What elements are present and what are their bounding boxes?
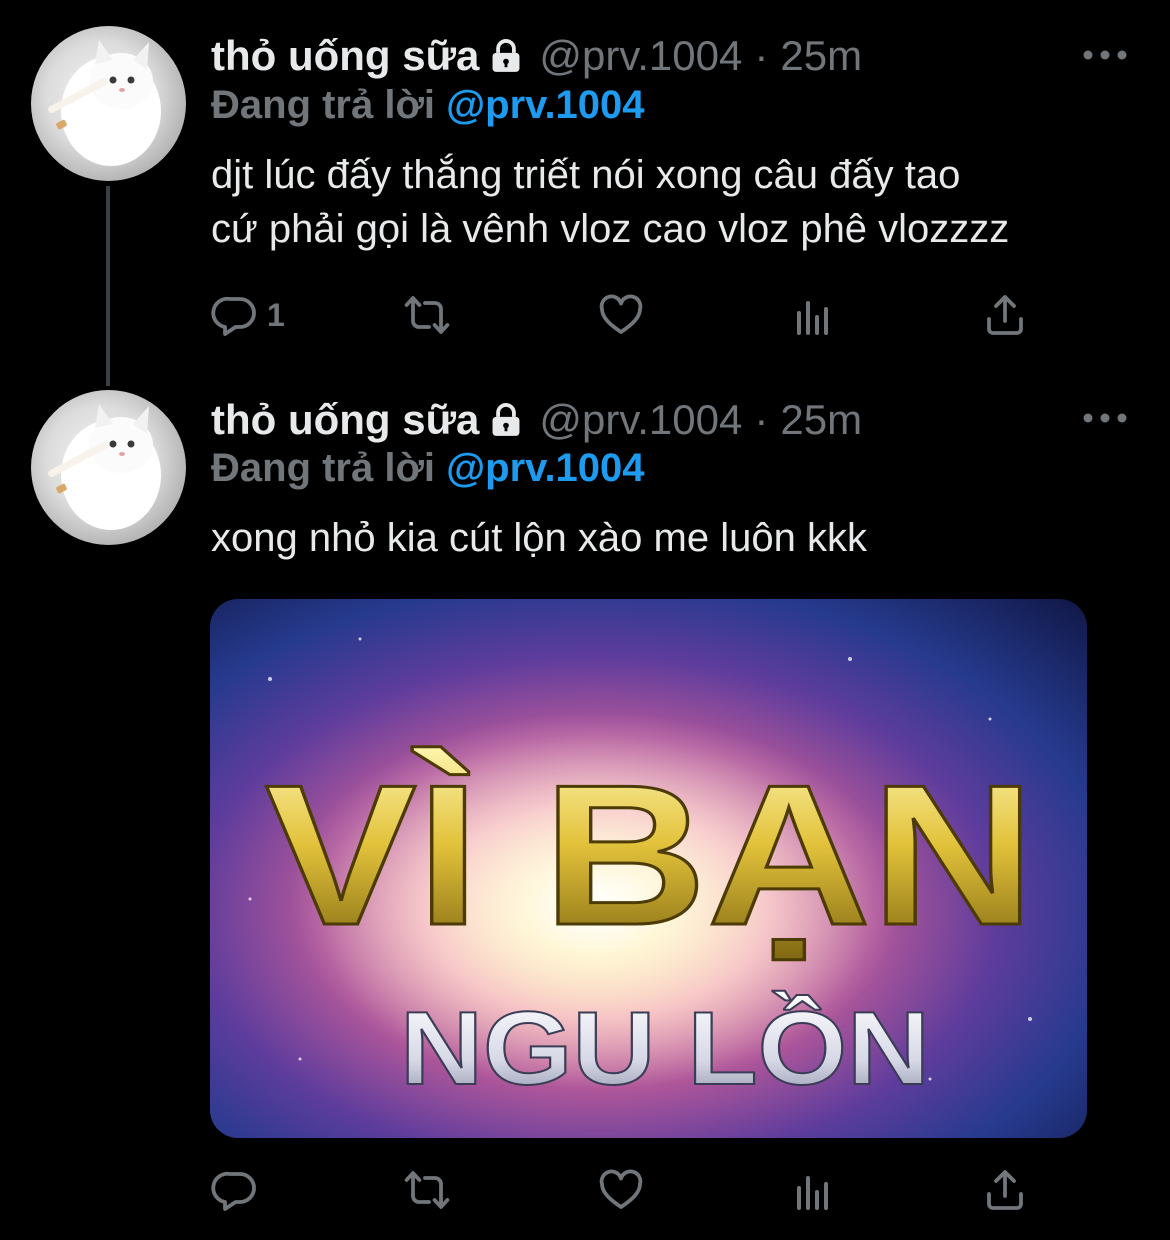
avatar[interactable] [31,390,186,545]
tweet-header: thỏ uống sữa @prv.1004 · 25m [211,32,862,80]
handle[interactable]: @prv.1004 [539,32,742,80]
retweet-icon [403,1166,451,1214]
reply-icon [211,1166,259,1214]
meme-text-top: VÌ BẠN [265,744,1035,967]
replying-to-label: Đang trả lời [211,446,436,490]
like-icon [597,291,645,339]
share-icon [981,1166,1029,1214]
display-name[interactable]: thỏ uống sữa [211,32,479,80]
tweet-text-line: djt lúc đấy thắng triết nói xong câu đấy… [211,153,961,197]
lock-icon [492,39,520,72]
replying-to-handle[interactable]: @prv.1004 [446,446,644,490]
tweet-text-line: cứ phải gọi là vênh vloz cao vloz phê vl… [211,207,1010,251]
analytics-icon [789,1166,837,1214]
handle[interactable]: @prv.1004 [539,396,742,444]
retweet-icon [403,291,451,339]
share-button[interactable] [981,1165,1029,1215]
reply-button[interactable]: 1 [211,290,285,340]
reply-button[interactable] [211,1165,267,1215]
meme-text-bottom: NGU LỒN [400,991,930,1107]
action-bar [211,1165,1041,1215]
timestamp[interactable]: 25m [780,32,862,80]
lock-icon [492,403,520,436]
retweet-button[interactable] [403,290,451,340]
replying-to: Đang trả lời @prv.1004 [211,445,645,491]
tweet-text: djt lúc đấy thắng triết nói xong câu đấy… [211,148,1141,256]
analytics-icon [789,291,837,339]
like-icon [597,1166,645,1214]
replying-to-handle[interactable]: @prv.1004 [446,83,644,127]
analytics-button[interactable] [789,1165,837,1215]
share-icon [981,291,1029,339]
share-button[interactable] [981,290,1029,340]
separator-dot: · [754,32,769,79]
tweet-header: thỏ uống sữa @prv.1004 · 25m [211,396,862,444]
replying-to-label: Đang trả lời [211,83,436,127]
action-bar: 1 [211,290,1041,340]
avatar[interactable] [31,26,186,181]
more-icon[interactable] [1080,45,1130,65]
more-icon[interactable] [1080,408,1130,428]
replying-to: Đang trả lời @prv.1004 [211,82,645,128]
tweet-text: xong nhỏ kia cút lộn xào me luôn kkk [211,511,1141,565]
retweet-button[interactable] [403,1165,451,1215]
tweet-media-image[interactable]: VÌ BẠN NGU LỒN [210,599,1087,1138]
display-name[interactable]: thỏ uống sữa [211,396,479,444]
tweet-text-line: xong nhỏ kia cút lộn xào me luôn kkk [211,516,867,560]
timestamp[interactable]: 25m [780,396,862,444]
like-button[interactable] [597,290,645,340]
tweet[interactable]: thỏ uống sữa @prv.1004 · 25m Đang trả lờ… [0,0,1170,390]
meme-image-graphic: VÌ BẠN NGU LỒN [210,599,1087,1138]
cat-avatar-image [48,40,161,166]
like-button[interactable] [597,1165,645,1215]
cat-avatar-image [48,404,161,530]
reply-icon [211,291,259,339]
thread-connector-line [106,186,110,386]
separator-dot: · [754,396,769,443]
reply-count: 1 [267,296,285,333]
analytics-button[interactable] [789,290,837,340]
